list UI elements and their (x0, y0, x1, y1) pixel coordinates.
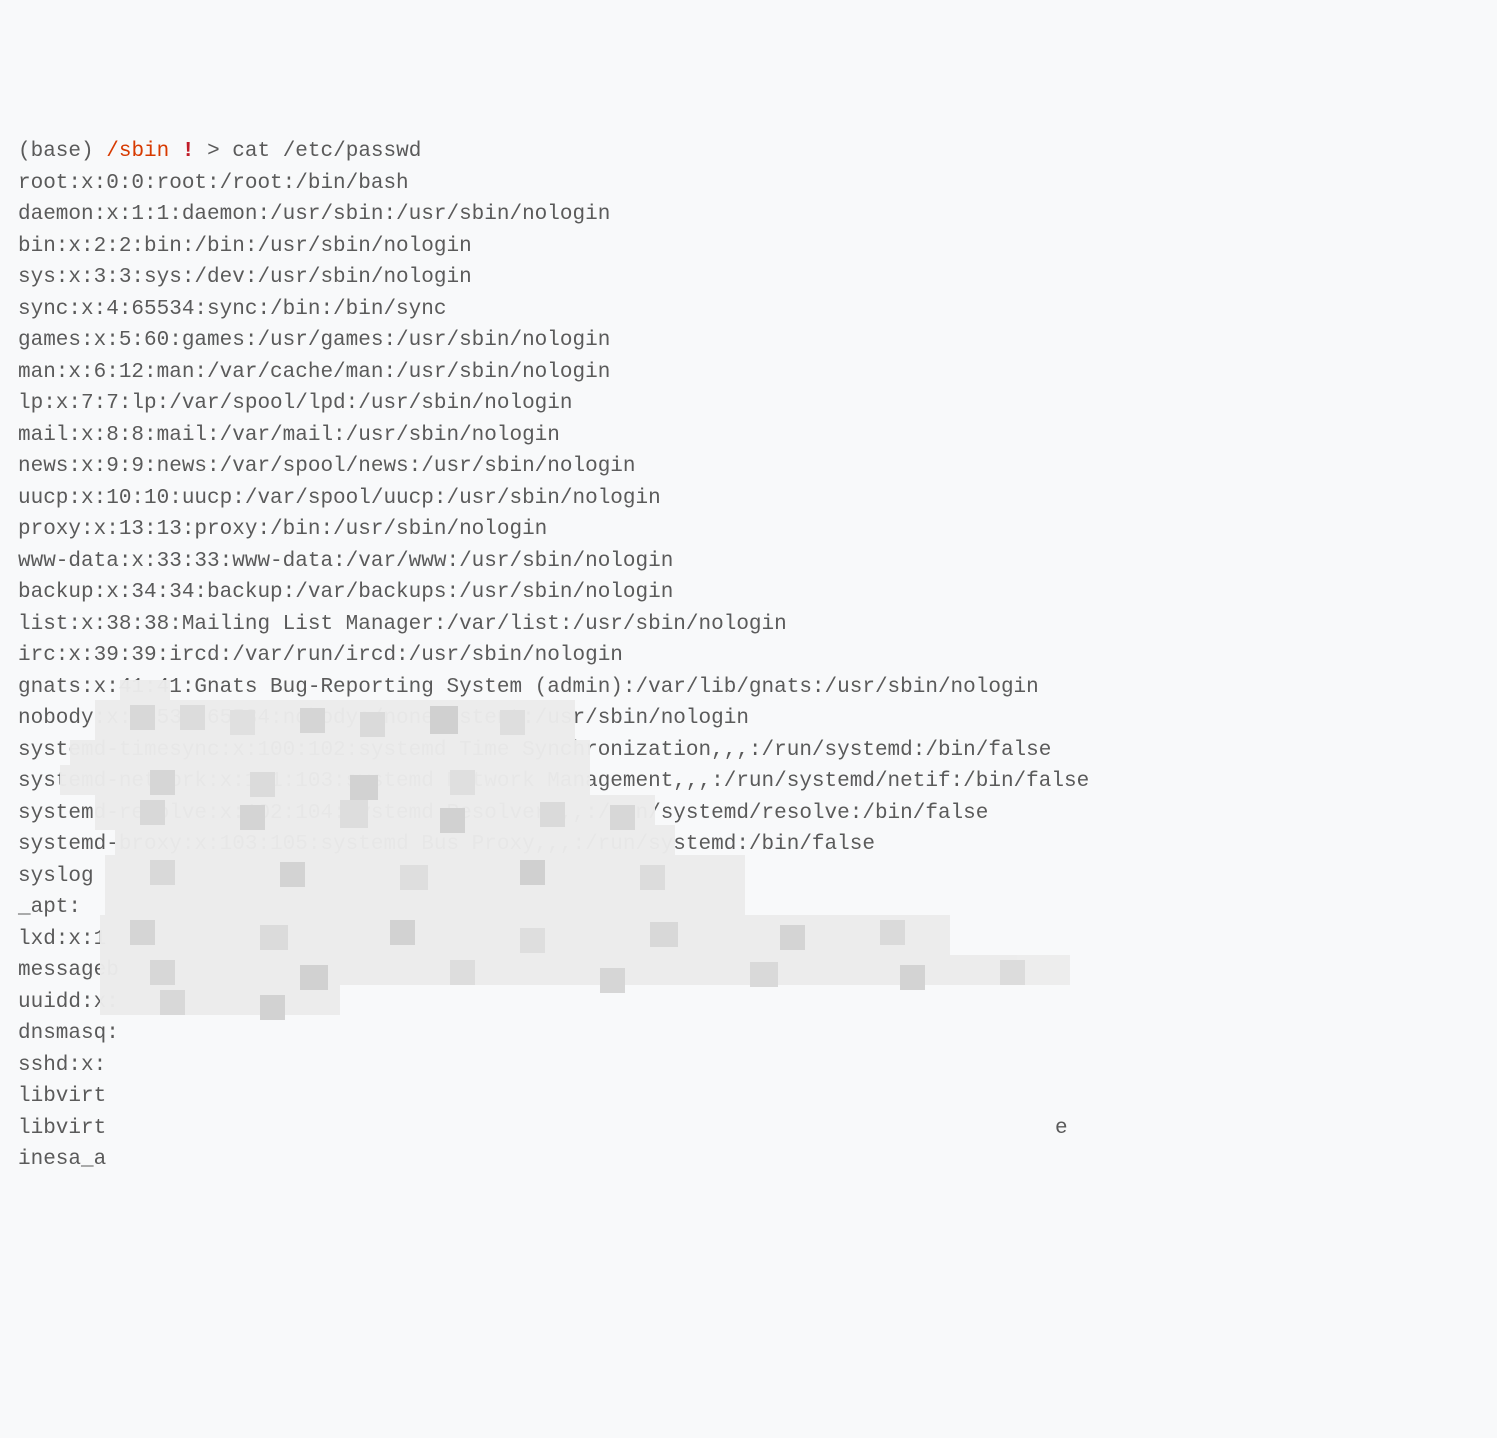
passwd-line: list:x:38:38:Mailing List Manager:/var/l… (18, 609, 1479, 641)
passwd-line: mail:x:8:8:mail:/var/mail:/usr/sbin/nolo… (18, 420, 1479, 452)
passwd-line: systemd-broxy:x:103:105:systemd Bus Prox… (18, 829, 1479, 861)
passwd-line: sshd:x: (18, 1050, 1479, 1082)
passwd-line: syslog (18, 861, 1479, 893)
passwd-line: gnats:x:41:41:Gnats Bug-Reporting System… (18, 672, 1479, 704)
partial-text: systemd-b (18, 833, 131, 856)
prompt-bang: ! (182, 140, 195, 163)
passwd-line: sync:x:4:65534:sync:/bin:/bin/sync (18, 294, 1479, 326)
passwd-line: root:x:0:0:root:/root:/bin/bash (18, 168, 1479, 200)
passwd-line: messageb (18, 955, 1479, 987)
passwd-line: libvirt (18, 1081, 1479, 1113)
partial-text-rest: roxy:x:103:105:systemd Bus Proxy,,,:/run… (131, 833, 875, 856)
prompt-line: (base) /sbin ! > cat /etc/passwd (18, 140, 421, 163)
passwd-line: man:x:6:12:man:/var/cache/man:/usr/sbin/… (18, 357, 1479, 389)
passwd-line: bin:x:2:2:bin:/bin:/usr/sbin/nologin (18, 231, 1479, 263)
passwd-line: irc:x:39:39:ircd:/var/run/ircd:/usr/sbin… (18, 640, 1479, 672)
passwd-line: uuidd:x: (18, 987, 1479, 1019)
passwd-line: _apt: (18, 892, 1479, 924)
passwd-line: libvirte (18, 1113, 1479, 1145)
passwd-line: games:x:5:60:games:/usr/games:/usr/sbin/… (18, 325, 1479, 357)
passwd-line: nobody:x:65534:65534:nobody:/nonexistent… (18, 703, 1479, 735)
passwd-line: inesa_a (18, 1144, 1479, 1176)
prompt-path: /sbin (106, 140, 169, 163)
prompt-arrow: > (207, 140, 220, 163)
passwd-line: daemon:x:1:1:daemon:/usr/sbin:/usr/sbin/… (18, 199, 1479, 231)
passwd-line: systemd-timesync:x:100:102:systemd Time … (18, 735, 1479, 767)
trailing-char: e (1055, 1113, 1068, 1145)
passwd-line: www-data:x:33:33:www-data:/var/www:/usr/… (18, 546, 1479, 578)
command-text: cat /etc/passwd (232, 140, 421, 163)
prompt-env: (base) (18, 140, 94, 163)
passwd-line: uucp:x:10:10:uucp:/var/spool/uucp:/usr/s… (18, 483, 1479, 515)
passwd-line: backup:x:34:34:backup:/var/backups:/usr/… (18, 577, 1479, 609)
passwd-line: news:x:9:9:news:/var/spool/news:/usr/sbi… (18, 451, 1479, 483)
passwd-line: dnsmasq: (18, 1018, 1479, 1050)
passwd-line: systemd-network:x:101:103:systemd Networ… (18, 766, 1479, 798)
passwd-line: sys:x:3:3:sys:/dev:/usr/sbin/nologin (18, 262, 1479, 294)
terminal-output: (base) /sbin ! > cat /etc/passwd root:x:… (18, 136, 1479, 1176)
passwd-line: proxy:x:13:13:proxy:/bin:/usr/sbin/nolog… (18, 514, 1479, 546)
passwd-line: systemd-resolve:x:102:104:systemd Resolv… (18, 798, 1479, 830)
passwd-line: lxd:x:1 (18, 924, 1479, 956)
passwd-line: lp:x:7:7:lp:/var/spool/lpd:/usr/sbin/nol… (18, 388, 1479, 420)
